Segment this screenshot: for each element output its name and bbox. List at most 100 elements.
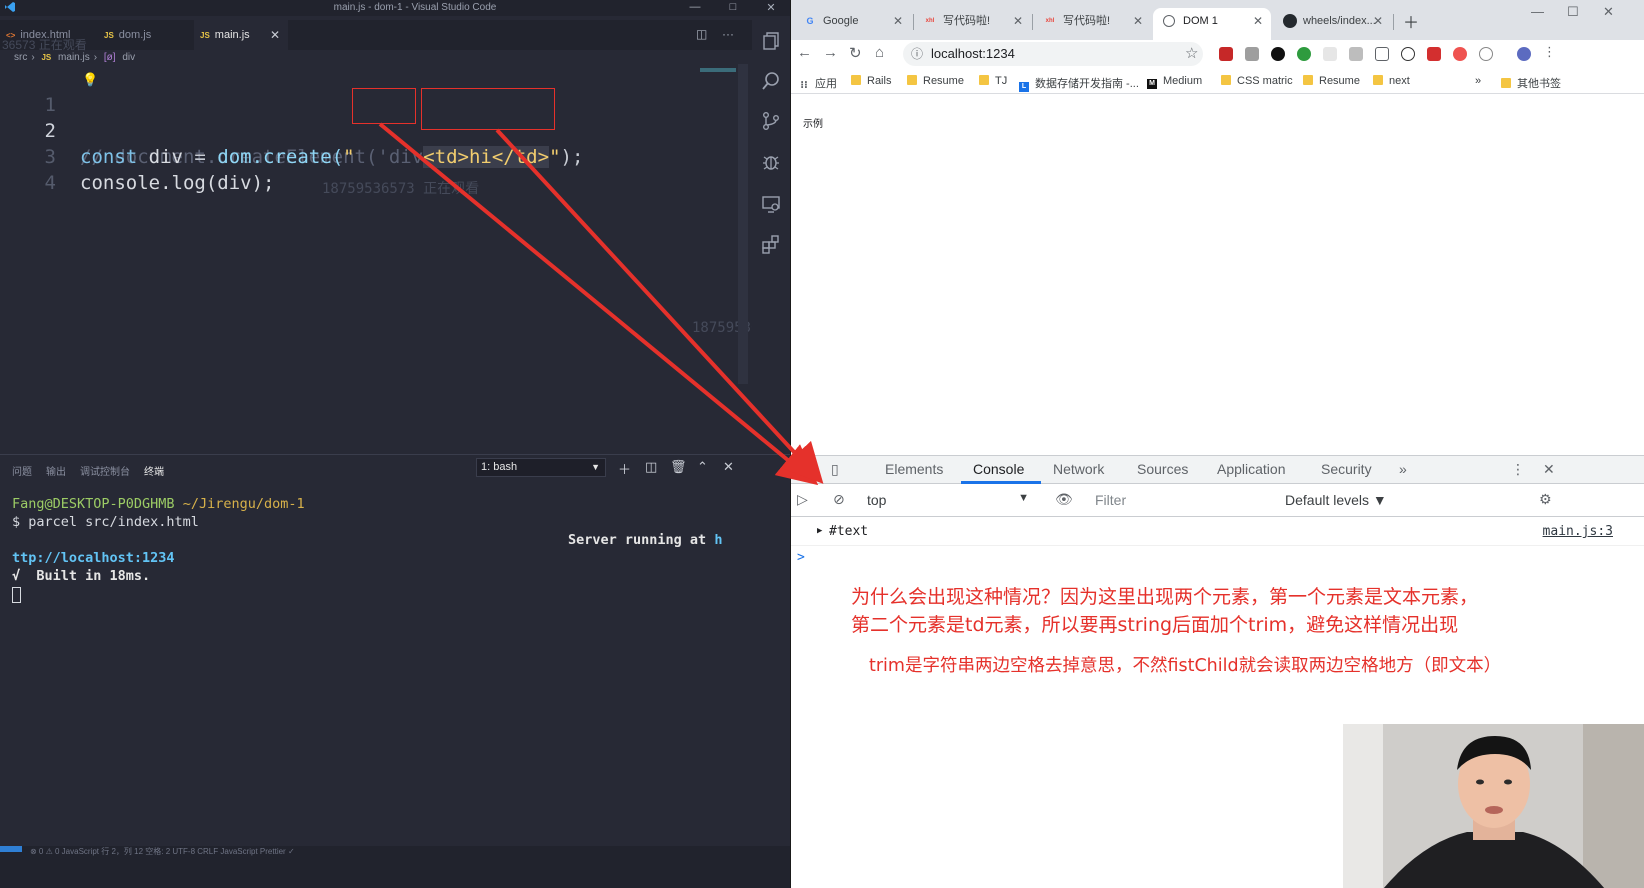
bookmark-folder[interactable]: next [1373, 75, 1410, 87]
close-tab-icon[interactable]: ✕ [893, 8, 903, 34]
expand-triangle-icon[interactable]: ▶ [817, 526, 822, 536]
browser-tab[interactable]: G Google ✕ [793, 8, 911, 40]
source-control-icon[interactable] [760, 110, 782, 132]
close-tab-icon[interactable]: ✕ [1373, 8, 1383, 34]
trash-icon[interactable]: 🗑 [670, 459, 687, 475]
close-tab-icon[interactable]: ✕ [1133, 8, 1143, 34]
devtools-panel: ⬚ ▯ Elements Console Network Sources App… [791, 455, 1644, 888]
explorer-icon[interactable] [760, 30, 782, 52]
clear-console-icon[interactable]: ⊘ [833, 491, 845, 508]
close-panel-icon[interactable]: ✕ [723, 459, 734, 475]
tab-output[interactable]: 输出 [46, 467, 66, 478]
close-tab-icon[interactable]: ✕ [270, 20, 280, 50]
extensions-icon[interactable] [760, 233, 782, 255]
tab-elements[interactable]: Elements [885, 461, 943, 477]
bookmark-folder[interactable]: Resume [1303, 75, 1360, 87]
search-icon[interactable] [760, 70, 782, 92]
debug-icon[interactable] [760, 151, 782, 173]
bookmark-folder[interactable]: Rails [851, 75, 891, 87]
extension-icon[interactable] [1271, 47, 1285, 61]
tab-application[interactable]: Application [1217, 461, 1286, 477]
maximize-button[interactable]: ☐ [1567, 4, 1579, 20]
home-icon[interactable]: ⌂ [875, 44, 884, 61]
profile-avatar[interactable] [1517, 47, 1531, 61]
breadcrumb-file[interactable]: main.js [58, 52, 90, 63]
close-window-button[interactable]: ✕ [762, 1, 780, 14]
tab-console[interactable]: Console [973, 461, 1024, 477]
close-devtools-icon[interactable]: ✕ [1543, 461, 1555, 478]
maximize-button[interactable]: □ [724, 1, 742, 13]
close-tab-icon[interactable]: ✕ [1013, 8, 1023, 34]
tab-network[interactable]: Network [1053, 461, 1104, 477]
context-select[interactable]: top ▼ [867, 492, 1029, 508]
extension-icon[interactable] [1219, 47, 1233, 61]
browser-tab[interactable]: wheels/index... ✕ [1273, 8, 1391, 40]
extension-icon[interactable] [1375, 47, 1389, 61]
menu-dots-icon[interactable]: ⋮ [1543, 44, 1556, 60]
browser-tab[interactable]: xhl 写代码啦! ✕ [913, 8, 1031, 40]
bookmark-link[interactable]: L 数据存储开发指南 -... [1019, 75, 1139, 92]
split-terminal-icon[interactable]: ◫ [645, 459, 657, 475]
extension-icon[interactable] [1323, 47, 1337, 61]
tab-terminal[interactable]: 终端 [144, 467, 164, 478]
console-log-entry[interactable]: ▶ #text main.js:3 [791, 524, 1644, 546]
extension-icon[interactable] [1245, 47, 1259, 61]
inspect-element-icon[interactable]: ⬚ [801, 461, 814, 478]
editor-scrollbar[interactable] [738, 64, 748, 384]
reload-icon[interactable]: ↻ [849, 44, 862, 62]
bookmark-link[interactable]: M Medium [1147, 75, 1202, 89]
tab-debug-console[interactable]: 调试控制台 [80, 467, 130, 478]
console-settings-gear-icon[interactable]: ⚙ [1539, 491, 1552, 508]
tab-problems[interactable]: 问题 [12, 467, 32, 478]
extension-icon[interactable] [1453, 47, 1467, 61]
bookmark-star-icon[interactable]: ☆ [1185, 44, 1198, 62]
bookmark-folder[interactable]: CSS matric [1221, 75, 1293, 87]
new-tab-button[interactable]: ＋ [1403, 9, 1419, 33]
browser-tab-active[interactable]: DOM 1 ✕ [1153, 8, 1271, 40]
site-info-icon[interactable]: ⓘ [911, 42, 923, 66]
bookmark-folder[interactable]: Resume [907, 75, 964, 87]
console-filter-input[interactable]: Filter [1091, 489, 1271, 511]
tab-main-js[interactable]: JS main.js ✕ [194, 20, 288, 50]
eye-icon[interactable]: 👁 [1055, 491, 1073, 508]
extension-icon[interactable] [1427, 47, 1441, 61]
browser-tab[interactable]: xhl 写代码啦! ✕ [1033, 8, 1151, 40]
breadcrumb-src[interactable]: src [14, 52, 27, 63]
sidebar-toggle-icon[interactable]: ▷ [797, 491, 808, 508]
remote-explorer-icon[interactable] [760, 193, 782, 215]
devtools-menu-icon[interactable]: ⋮ [1511, 461, 1525, 478]
more-tabs-button[interactable]: » [1399, 461, 1407, 477]
bookmark-apps[interactable]: ⁝⁝ 应用 [799, 75, 837, 91]
remote-indicator[interactable] [0, 846, 22, 852]
tab-sources[interactable]: Sources [1137, 461, 1188, 477]
terminal-select[interactable]: 1: bash ▼ [476, 458, 606, 477]
extension-icon[interactable] [1401, 47, 1415, 61]
back-arrow-icon[interactable]: ← [797, 44, 812, 61]
extension-icon[interactable] [1479, 47, 1493, 61]
close-tab-icon[interactable]: ✕ [1253, 8, 1263, 34]
split-editor-icon[interactable]: ◫ [696, 27, 707, 41]
code-editor[interactable]: 1 💡 // document.createElement('div') 2 c… [0, 64, 785, 454]
device-toolbar-icon[interactable]: ▯ [831, 461, 839, 478]
new-terminal-icon[interactable]: ＋ [618, 459, 631, 478]
bookmark-folder-other[interactable]: 其他书签 [1501, 75, 1561, 91]
extension-icon[interactable] [1349, 47, 1363, 61]
minimize-button[interactable]: — [1531, 4, 1544, 19]
tab-dom-js[interactable]: JS dom.js [98, 20, 194, 50]
evernote-icon[interactable] [1297, 47, 1311, 61]
close-window-button[interactable]: ✕ [1603, 4, 1614, 20]
minimap[interactable] [700, 68, 736, 72]
breadcrumb-symbol[interactable]: div [122, 52, 135, 63]
log-levels-select[interactable]: Default levels ▼ [1285, 492, 1387, 508]
log-source-link[interactable]: main.js:3 [1543, 524, 1613, 539]
maximize-panel-icon[interactable]: ⌃ [697, 459, 708, 475]
address-bar[interactable]: ⓘ localhost:1234 [903, 42, 1203, 66]
bookmark-folder[interactable]: TJ [979, 75, 1007, 87]
bookmarks-overflow[interactable]: » [1475, 75, 1481, 87]
more-actions-icon[interactable]: ··· [722, 27, 734, 41]
minimize-button[interactable]: — [686, 1, 704, 13]
lightbulb-icon[interactable]: 💡 [82, 68, 98, 94]
tab-security[interactable]: Security [1321, 461, 1372, 477]
forward-arrow-icon[interactable]: → [823, 44, 838, 61]
code-line: 2 const div = dom.create(" <td>hi</td>")… [0, 92, 583, 168]
